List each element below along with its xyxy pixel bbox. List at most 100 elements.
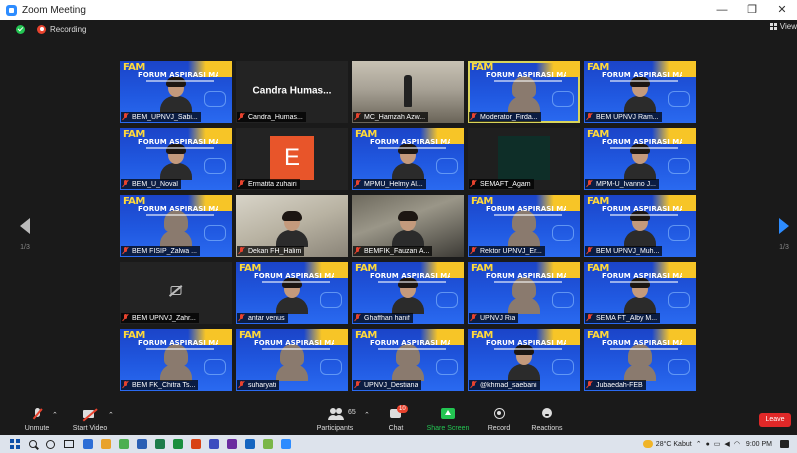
participant-tile[interactable]: FAMFORUM ASPIRASI MAHASISWABEM UPNVJ_Muh…	[584, 195, 696, 257]
share-screen-button[interactable]: Share Screen	[426, 407, 470, 432]
participant-name: UPNVJ Ria	[480, 314, 516, 322]
task-view-icon[interactable]	[64, 440, 74, 448]
participant-tile[interactable]: SEMAFT_Agam	[468, 128, 580, 190]
participants-button[interactable]: 65 Participants	[314, 407, 356, 432]
fam-banner-title: FORUM ASPIRASI MAHASISWA	[138, 138, 218, 146]
participant-name-bar: antar venus	[237, 313, 288, 323]
participant-tile[interactable]: FAMFORUM ASPIRASI MAHASISWAMPMU_Helmy Al…	[352, 128, 464, 190]
record-label: Record	[487, 425, 511, 432]
fam-banner-subtitle-bar	[494, 214, 562, 216]
fam-banner-title: FORUM ASPIRASI MAHASISWA	[486, 339, 566, 347]
start-video-button[interactable]: Start Video	[70, 407, 110, 432]
taskbar-app-icon[interactable]	[191, 439, 201, 449]
participant-tile[interactable]: Candra Humas... Candra_Humas...	[236, 61, 348, 123]
clock-time[interactable]: 9:00 PM	[746, 441, 772, 448]
taskbar-app-icon[interactable]	[83, 439, 93, 449]
participant-name-bar: BEM UPNVJ_Zahr...	[121, 313, 199, 323]
fam-banner-title: FORUM ASPIRASI MAHASISWA	[254, 339, 334, 347]
participants-label: Participants	[316, 425, 354, 432]
participant-tile[interactable]: FAMFORUM ASPIRASI MAHASISWAantar venus	[236, 262, 348, 324]
mic-muted-icon	[238, 381, 245, 389]
participant-tile[interactable]: FAMFORUM ASPIRASI MAHASISWAModerator_Fir…	[468, 61, 580, 123]
participant-video-figure	[622, 344, 658, 381]
chevron-up-icon[interactable]: ⌃	[696, 440, 702, 448]
participant-center-name: Candra Humas...	[252, 85, 332, 97]
participant-name: MC_Hamzah Azw...	[364, 113, 426, 121]
notifications-icon[interactable]	[780, 440, 789, 448]
cortana-icon[interactable]	[46, 439, 55, 449]
participant-tile[interactable]: BEM UPNVJ_Zahr...	[120, 262, 232, 324]
participant-tile[interactable]: FAMFORUM ASPIRASI MAHASISWABEM_U_Noval	[120, 128, 232, 190]
taskbar-app-icon[interactable]	[209, 439, 219, 449]
search-icon[interactable]	[29, 440, 37, 448]
participant-tile[interactable]: MC_Hamzah Azw...	[352, 61, 464, 123]
weather-label[interactable]: 28°C Kabut	[656, 441, 692, 448]
participant-video-figure	[506, 210, 542, 247]
participant-tile[interactable]: FAMFORUM ASPIRASI MAHASISWABEM FISIP_Zal…	[120, 195, 232, 257]
taskbar-app-icon[interactable]	[173, 439, 183, 449]
participants-caret-icon[interactable]: ⌃	[364, 411, 370, 419]
participant-name: @khmad_saebani	[480, 381, 537, 389]
participant-tile[interactable]: FAMFORUM ASPIRASI MAHASISWABEM UPNVJ Ram…	[584, 61, 696, 123]
leave-button[interactable]: Leave	[759, 413, 791, 427]
audio-options-caret-icon[interactable]: ⌃	[52, 411, 58, 419]
maximize-button[interactable]: ❐	[737, 0, 767, 20]
recording-label: Recording	[50, 24, 87, 34]
mic-muted-icon	[470, 247, 477, 255]
video-options-caret-icon[interactable]: ⌃	[108, 411, 114, 419]
taskbar-app-icon[interactable]	[155, 439, 165, 449]
fam-banner-title: FORUM ASPIRASI MAHASISWA	[138, 71, 218, 79]
participant-name-bar: SEMAFT_Agam	[469, 179, 534, 189]
reactions-button[interactable]: Reactions	[530, 407, 564, 432]
participant-tile[interactable]: FAMFORUM ASPIRASI MAHASISWABEM_UPNVJ_Sab…	[120, 61, 232, 123]
participant-tile[interactable]: FAMFORUM ASPIRASI MAHASISWASEMA FT_Alby …	[584, 262, 696, 324]
mic-muted-icon	[354, 247, 361, 255]
participant-tile[interactable]: E Ermatita zuhairi	[236, 128, 348, 190]
taskbar-app-icon[interactable]	[119, 439, 129, 449]
taskbar-app-icon[interactable]	[281, 439, 291, 449]
mic-muted-icon	[354, 314, 361, 322]
participant-tile[interactable]: FAMFORUM ASPIRASI MAHASISWA@khmad_saeban…	[468, 329, 580, 391]
windows-start-icon[interactable]	[10, 439, 20, 449]
prev-page-button[interactable]: 1/3	[16, 218, 34, 251]
record-button[interactable]: Record	[486, 407, 512, 432]
network-icon[interactable]: ▭	[714, 440, 721, 448]
participant-name: Candra_Humas...	[248, 113, 303, 121]
participant-tile[interactable]: FAMFORUM ASPIRASI MAHASISWAsuharyati	[236, 329, 348, 391]
participant-video-figure	[390, 211, 426, 247]
participant-tile[interactable]: BEMFIK_Fauzan A...	[352, 195, 464, 257]
close-button[interactable]: ✕	[767, 0, 797, 20]
view-button[interactable]: View	[769, 22, 797, 31]
participant-tile[interactable]: FAMFORUM ASPIRASI MAHASISWABEM FK_Chitra…	[120, 329, 232, 391]
fam-banner-subtitle-bar	[378, 147, 446, 149]
participant-tile[interactable]: Dekan FH_Halim	[236, 195, 348, 257]
participant-name-bar: SEMA FT_Alby M...	[585, 313, 661, 323]
fam-banner-title: FORUM ASPIRASI MAHASISWA	[370, 272, 450, 280]
weather-icon	[642, 440, 653, 448]
wifi-icon[interactable]: ◠	[734, 440, 740, 448]
fam-banner-subtitle-bar	[610, 281, 678, 283]
taskbar-app-icon[interactable]	[245, 439, 255, 449]
participant-video-figure	[622, 211, 658, 247]
unmute-button[interactable]: Unmute	[22, 407, 52, 432]
encryption-shield-icon[interactable]	[16, 24, 25, 34]
taskbar-app-icon[interactable]	[263, 439, 273, 449]
chat-unread-badge: 10	[397, 405, 408, 413]
next-page-button[interactable]: 1/3	[775, 218, 793, 251]
minimize-button[interactable]: —	[707, 0, 737, 20]
participant-tile[interactable]: FAMFORUM ASPIRASI MAHASISWARektor UPNVJ_…	[468, 195, 580, 257]
participant-tile[interactable]: FAMFORUM ASPIRASI MAHASISWAJubaedah-FEB	[584, 329, 696, 391]
taskbar-app-icon[interactable]	[101, 439, 111, 449]
participant-name-bar: Candra_Humas...	[237, 112, 306, 122]
chat-button[interactable]: 10 Chat	[384, 405, 408, 432]
speaker-icon[interactable]: ◀	[724, 440, 729, 448]
taskbar-app-icon[interactable]	[137, 439, 147, 449]
participant-tile[interactable]: FAMFORUM ASPIRASI MAHASISWAUPNVJ Ria	[468, 262, 580, 324]
participant-tile[interactable]: FAMFORUM ASPIRASI MAHASISWAGhaffhan hani…	[352, 262, 464, 324]
fam-banner-title: FORUM ASPIRASI MAHASISWA	[138, 339, 218, 347]
fam-banner-title: FORUM ASPIRASI MAHASISWA	[370, 339, 450, 347]
participant-tile[interactable]: FAMFORUM ASPIRASI MAHASISWAUPNVJ_Destian…	[352, 329, 464, 391]
microphone-icon[interactable]: ●	[706, 441, 710, 448]
taskbar-app-icon[interactable]	[227, 439, 237, 449]
participant-tile[interactable]: FAMFORUM ASPIRASI MAHASISWAMPM-U_Ivanno …	[584, 128, 696, 190]
